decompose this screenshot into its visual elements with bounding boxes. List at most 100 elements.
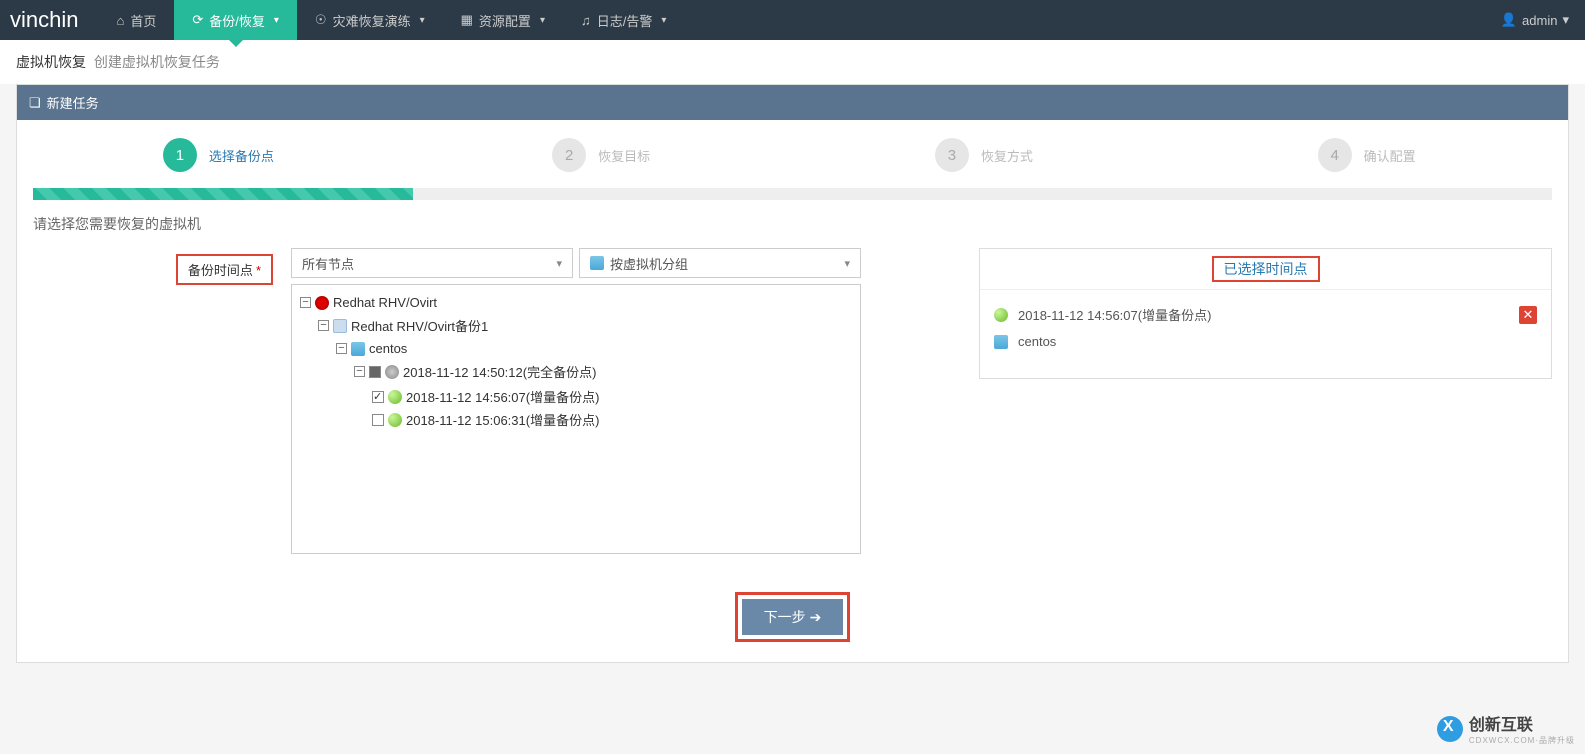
selected-box: 已选择时间点 2018-11-12 14:56:07(增量备份点) ✕ cent…: [979, 248, 1552, 379]
nav-resource[interactable]: ▦ 资源配置 ▾: [443, 0, 563, 40]
watermark: 创新互联 CDXWCX.COM·品牌升级: [1437, 711, 1575, 746]
brand-logo: vinchin: [0, 7, 98, 33]
clock-icon: [385, 365, 399, 379]
tree-job[interactable]: − Redhat RHV/Ovirt备份1 − centos: [318, 314, 852, 437]
watermark-logo-icon: [1437, 716, 1463, 742]
nav-backup-label: 备份/恢复: [209, 11, 265, 30]
label-col: 备份时间点*: [33, 248, 273, 285]
step-label-4: 确认配置: [1364, 146, 1416, 165]
wizard: 1 选择备份点 2 恢复目标 3 恢复方式 4 确认配置: [17, 120, 1568, 182]
breadcrumb-a: 虚拟机恢复: [16, 54, 86, 70]
wizard-step-1[interactable]: 1 选择备份点: [27, 138, 410, 172]
node-select-value: 所有节点: [302, 254, 354, 273]
nav-home[interactable]: ⌂ 首页: [98, 0, 174, 40]
selected-vm-label: centos: [1018, 334, 1056, 349]
next-label: 下一步: [764, 607, 806, 627]
next-wrap: 下一步 ➔: [17, 574, 1568, 662]
chevron-down-icon: ▾: [1562, 12, 1569, 28]
cube-icon: ❏: [29, 95, 41, 111]
chevron-down-icon: ▾: [420, 15, 425, 26]
node-select[interactable]: 所有节点 ▾: [291, 248, 573, 278]
chevron-down-icon: ▾: [540, 15, 545, 26]
required-star: *: [256, 263, 261, 278]
remove-button[interactable]: ✕: [1519, 306, 1537, 324]
selected-title: 已选择时间点: [1212, 256, 1320, 282]
selected-body: 2018-11-12 14:56:07(增量备份点) ✕ centos: [980, 290, 1551, 378]
prompt-text: 请选择您需要恢复的虚拟机: [33, 214, 1552, 234]
progress-bar: [33, 188, 1552, 200]
backup-point-icon: [388, 390, 402, 404]
top-nav: vinchin ⌂ 首页 ⟳ 备份/恢复 ▾ ☉ 灾难恢复演练 ▾ ▦ 资源配置…: [0, 0, 1585, 40]
nav-items: ⌂ 首页 ⟳ 备份/恢复 ▾ ☉ 灾难恢复演练 ▾ ▦ 资源配置 ▾ ♫ 日志/…: [98, 0, 684, 40]
tree: − Redhat RHV/Ovirt − Redhat RHV/Ovirt备份1: [300, 293, 852, 439]
progress-fill: [33, 188, 413, 200]
main-row: 备份时间点* 所有节点 ▾ 按虚拟机分组 ▾: [33, 248, 1552, 554]
next-highlight: 下一步 ➔: [735, 592, 851, 642]
wizard-step-2[interactable]: 2 恢复目标: [410, 138, 793, 172]
backup-point-label-box: 备份时间点*: [176, 254, 273, 285]
collapse-icon[interactable]: −: [300, 297, 311, 308]
home-icon: ⌂: [116, 13, 124, 28]
wizard-step-3[interactable]: 3 恢复方式: [793, 138, 1176, 172]
user-name: admin: [1522, 13, 1557, 28]
tree-inc2-label: 2018-11-12 15:06:31(增量备份点): [406, 410, 599, 429]
tree-vm-label: centos: [369, 341, 407, 356]
left-col: 所有节点 ▾ 按虚拟机分组 ▾: [291, 248, 861, 554]
step-label-3: 恢复方式: [981, 146, 1033, 165]
tree-full[interactable]: − 2018-11-12 14:50:12(完全备份点): [354, 360, 852, 433]
selected-point-row: 2018-11-12 14:56:07(增量备份点) ✕: [994, 300, 1537, 329]
group-select[interactable]: 按虚拟机分组 ▾: [579, 248, 861, 278]
tree-box: − Redhat RHV/Ovirt − Redhat RHV/Ovirt备份1: [291, 284, 861, 554]
chevron-down-icon: ▾: [661, 15, 666, 26]
step-label-2: 恢复目标: [598, 146, 650, 165]
checkbox-unchecked[interactable]: [372, 414, 384, 426]
collapse-icon[interactable]: −: [354, 366, 365, 377]
select-row: 所有节点 ▾ 按虚拟机分组 ▾: [291, 248, 861, 278]
selected-vm-row: centos: [994, 329, 1537, 354]
redhat-icon: [315, 296, 329, 310]
breadcrumb-b: 创建虚拟机恢复任务: [94, 54, 220, 70]
arrow-right-icon: ➔: [810, 609, 822, 626]
wizard-step-4[interactable]: 4 确认配置: [1175, 138, 1558, 172]
panel: ❏ 新建任务 1 选择备份点 2 恢复目标 3 恢复方式 4 确认配置 请选择您…: [16, 84, 1569, 663]
collapse-icon[interactable]: −: [318, 320, 329, 331]
body-area: 请选择您需要恢复的虚拟机 备份时间点* 所有节点 ▾: [17, 200, 1568, 574]
backup-point-label: 备份时间点: [188, 263, 253, 278]
tree-inc1-label: 2018-11-12 14:56:07(增量备份点): [406, 387, 599, 406]
chevron-down-icon: ▾: [274, 15, 279, 26]
bell-icon: ♫: [581, 13, 591, 28]
tree-root-label: Redhat RHV/Ovirt: [333, 295, 437, 310]
tree-inc2[interactable]: 2018-11-12 15:06:31(增量备份点): [372, 408, 852, 431]
panel-title: 新建任务: [47, 93, 99, 112]
collapse-icon[interactable]: −: [336, 343, 347, 354]
vm-icon: [994, 335, 1008, 349]
user-icon: 👤: [1501, 12, 1517, 28]
next-button[interactable]: 下一步 ➔: [742, 599, 844, 635]
chevron-down-icon: ▾: [556, 257, 562, 270]
checkbox-checked[interactable]: [372, 391, 384, 403]
selected-point-label: 2018-11-12 14:56:07(增量备份点): [1018, 305, 1211, 324]
refresh-icon: ⟳: [192, 12, 203, 28]
grid-icon: ▦: [461, 12, 473, 28]
backup-point-icon: [994, 308, 1008, 322]
vm-icon: [351, 342, 365, 356]
step-circle-1: 1: [163, 138, 197, 172]
checkbox-indeterminate[interactable]: [369, 366, 381, 378]
selected-title-wrap: 已选择时间点: [980, 249, 1551, 289]
watermark-sub: CDXWCX.COM·品牌升级: [1469, 735, 1575, 746]
step-circle-2: 2: [552, 138, 586, 172]
nav-log[interactable]: ♫ 日志/告警 ▾: [563, 0, 684, 40]
nav-backup[interactable]: ⟳ 备份/恢复 ▾: [174, 0, 297, 40]
watermark-text: 创新互联: [1469, 711, 1575, 735]
job-icon: [333, 319, 347, 333]
user-menu[interactable]: 👤 admin ▾: [1485, 12, 1585, 28]
tree-job-label: Redhat RHV/Ovirt备份1: [351, 316, 488, 335]
tree-full-label: 2018-11-12 14:50:12(完全备份点): [403, 362, 596, 381]
tree-vm[interactable]: − centos −: [336, 339, 852, 435]
tree-root[interactable]: − Redhat RHV/Ovirt − Redhat RHV/Ovirt备份1: [300, 293, 852, 439]
tree-inc1[interactable]: 2018-11-12 14:56:07(增量备份点): [372, 385, 852, 408]
panel-header: ❏ 新建任务: [17, 85, 1568, 120]
step-circle-3: 3: [935, 138, 969, 172]
group-select-value: 按虚拟机分组: [610, 254, 688, 273]
nav-drill[interactable]: ☉ 灾难恢复演练 ▾: [297, 0, 443, 40]
